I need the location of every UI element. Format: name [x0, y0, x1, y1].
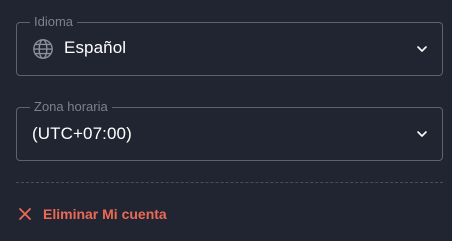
delete-account-label: Eliminar Mi cuenta	[43, 206, 167, 222]
account-settings-panel: Idioma Español Zona horaria (UTC+07:00) …	[0, 0, 452, 241]
language-select[interactable]: Idioma Español	[16, 14, 443, 76]
timezone-select[interactable]: Zona horaria (UTC+07:00)	[16, 99, 443, 161]
close-icon	[19, 208, 31, 220]
delete-account-button[interactable]: Eliminar Mi cuenta	[16, 206, 167, 222]
chevron-down-icon[interactable]	[416, 43, 428, 55]
timezone-value: (UTC+07:00)	[32, 124, 132, 143]
timezone-label: Zona horaria	[30, 99, 112, 115]
section-divider	[16, 182, 443, 183]
language-label: Idioma	[30, 14, 78, 30]
globe-icon	[33, 39, 53, 59]
language-value: Español	[64, 38, 127, 57]
chevron-down-icon[interactable]	[416, 128, 428, 140]
